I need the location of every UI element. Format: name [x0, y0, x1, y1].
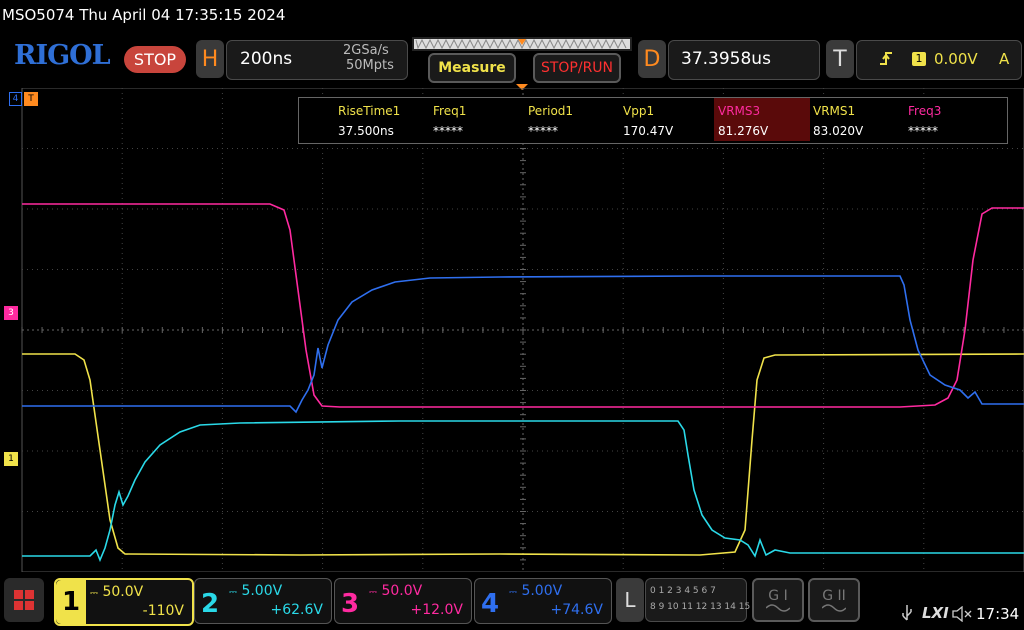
measurement-value: 37.500ns	[338, 124, 394, 138]
delay-value: 37.3958us	[681, 49, 771, 69]
grid-menu-icon	[14, 590, 34, 610]
brand-logo: RIGOL	[14, 40, 111, 71]
channel-3-panel[interactable]: 3 ⎓ 50.0V +12.0V	[334, 578, 472, 624]
logic-channels-row1: 0 1 2 3 4 5 6 7	[650, 586, 716, 596]
channel-4-scale-value: 5.00V	[521, 583, 563, 599]
logic-channels-row2: 8 9 10 11 12 13 14 15	[650, 602, 751, 612]
measurement-label: RiseTime1	[338, 104, 401, 118]
speaker-muted-icon[interactable]	[952, 606, 972, 622]
measurement-value: *****	[528, 124, 558, 138]
measurement-item[interactable]: VRMS3 81.276V	[718, 104, 768, 138]
logic-panel[interactable]	[645, 578, 747, 622]
channel-3-scale: ⎓ 50.0V	[369, 583, 423, 599]
channel-4-number: 4	[481, 589, 500, 619]
channel-1-panel[interactable]: 1 ⎓ 50.0V -110V	[54, 578, 194, 626]
timebase-value: 200ns	[240, 49, 293, 69]
sine-wave-icon	[766, 604, 790, 612]
channel-4-offset: +74.6V	[550, 602, 603, 618]
trigger-level: 0.00V	[934, 50, 978, 68]
measurement-label: VRMS1	[813, 104, 856, 118]
measurement-item[interactable]: VRMS1 83.020V	[813, 104, 863, 138]
measurement-value: *****	[908, 124, 938, 138]
window-title: MSO5074 Thu April 04 17:35:15 2024	[2, 6, 286, 24]
measurement-item[interactable]: Freq1 *****	[433, 104, 466, 138]
waveform-display[interactable]	[0, 88, 1024, 572]
generator-1-button[interactable]: G I	[752, 578, 804, 622]
measurement-item[interactable]: Period1 *****	[528, 104, 573, 138]
sine-wave-icon	[822, 604, 846, 612]
channel-2-scale: ⎓ 5.00V	[229, 583, 283, 599]
channel-3-offset: +12.0V	[410, 602, 463, 618]
generator-2-label: G II	[822, 588, 846, 604]
rising-edge-icon	[880, 52, 892, 65]
measurement-item[interactable]: Freq3 *****	[908, 104, 941, 138]
sample-rate: 2GSa/s	[343, 43, 389, 58]
menu-button[interactable]	[4, 578, 44, 622]
channel-3-scale-value: 50.0V	[381, 583, 423, 599]
stop-run-button[interactable]: STOP/RUN	[533, 53, 621, 83]
trigger-mode: A	[999, 50, 1010, 68]
memory-overview-strip[interactable]	[412, 37, 632, 51]
delay-key[interactable]: D	[638, 40, 666, 78]
measurement-label: Freq3	[908, 104, 942, 118]
measurement-label: VRMS3	[718, 104, 761, 118]
channel-1-offset: -110V	[142, 603, 184, 619]
channel-1-scale: ⎓ 50.0V	[90, 584, 144, 600]
ch4-marker[interactable]: 4	[9, 92, 22, 106]
horizontal-key[interactable]: H	[196, 40, 224, 78]
run-state-badge[interactable]: STOP	[124, 46, 186, 73]
channel-2-number: 2	[201, 589, 220, 619]
channel-3-number: 3	[341, 589, 360, 619]
measurement-item[interactable]: Vpp1 170.47V	[623, 104, 673, 138]
measurement-label: Vpp1	[623, 104, 655, 118]
channel-2-scale-value: 5.00V	[241, 583, 283, 599]
channel-2-panel[interactable]: 2 ⎓ 5.00V +62.6V	[194, 578, 332, 624]
ch1-marker[interactable]: 1	[4, 452, 18, 466]
measurement-value: *****	[433, 124, 463, 138]
measure-button[interactable]: Measure	[428, 53, 516, 83]
trigger-marker[interactable]: T	[24, 92, 38, 106]
measurement-value: 83.020V	[813, 124, 864, 138]
logic-key[interactable]: L	[616, 578, 644, 622]
channel-4-scale: ⎓ 5.00V	[509, 583, 563, 599]
measurement-label: Freq1	[433, 104, 467, 118]
channel-1-scale-value: 50.0V	[102, 584, 144, 600]
measurement-value: 81.276V	[718, 124, 769, 138]
measurement-label: Period1	[528, 104, 574, 118]
generator-1-label: G I	[768, 588, 788, 604]
channel-1-number: 1	[56, 580, 86, 624]
trigger-key[interactable]: T	[826, 40, 854, 78]
ch3-marker[interactable]: 3	[4, 306, 18, 320]
channel-4-panel[interactable]: 4 ⎓ 5.00V +74.6V	[474, 578, 612, 624]
lxi-icon: LXI	[922, 604, 949, 622]
clock: 17:34	[976, 605, 1020, 623]
generator-2-button[interactable]: G II	[808, 578, 860, 622]
measurement-value: 170.47V	[623, 124, 674, 138]
trigger-source-badge: 1	[912, 52, 926, 66]
memory-depth: 50Mpts	[346, 58, 394, 73]
usb-icon	[902, 605, 912, 621]
measurement-item[interactable]: RiseTime1 37.500ns	[338, 104, 400, 138]
channel-2-offset: +62.6V	[270, 602, 323, 618]
